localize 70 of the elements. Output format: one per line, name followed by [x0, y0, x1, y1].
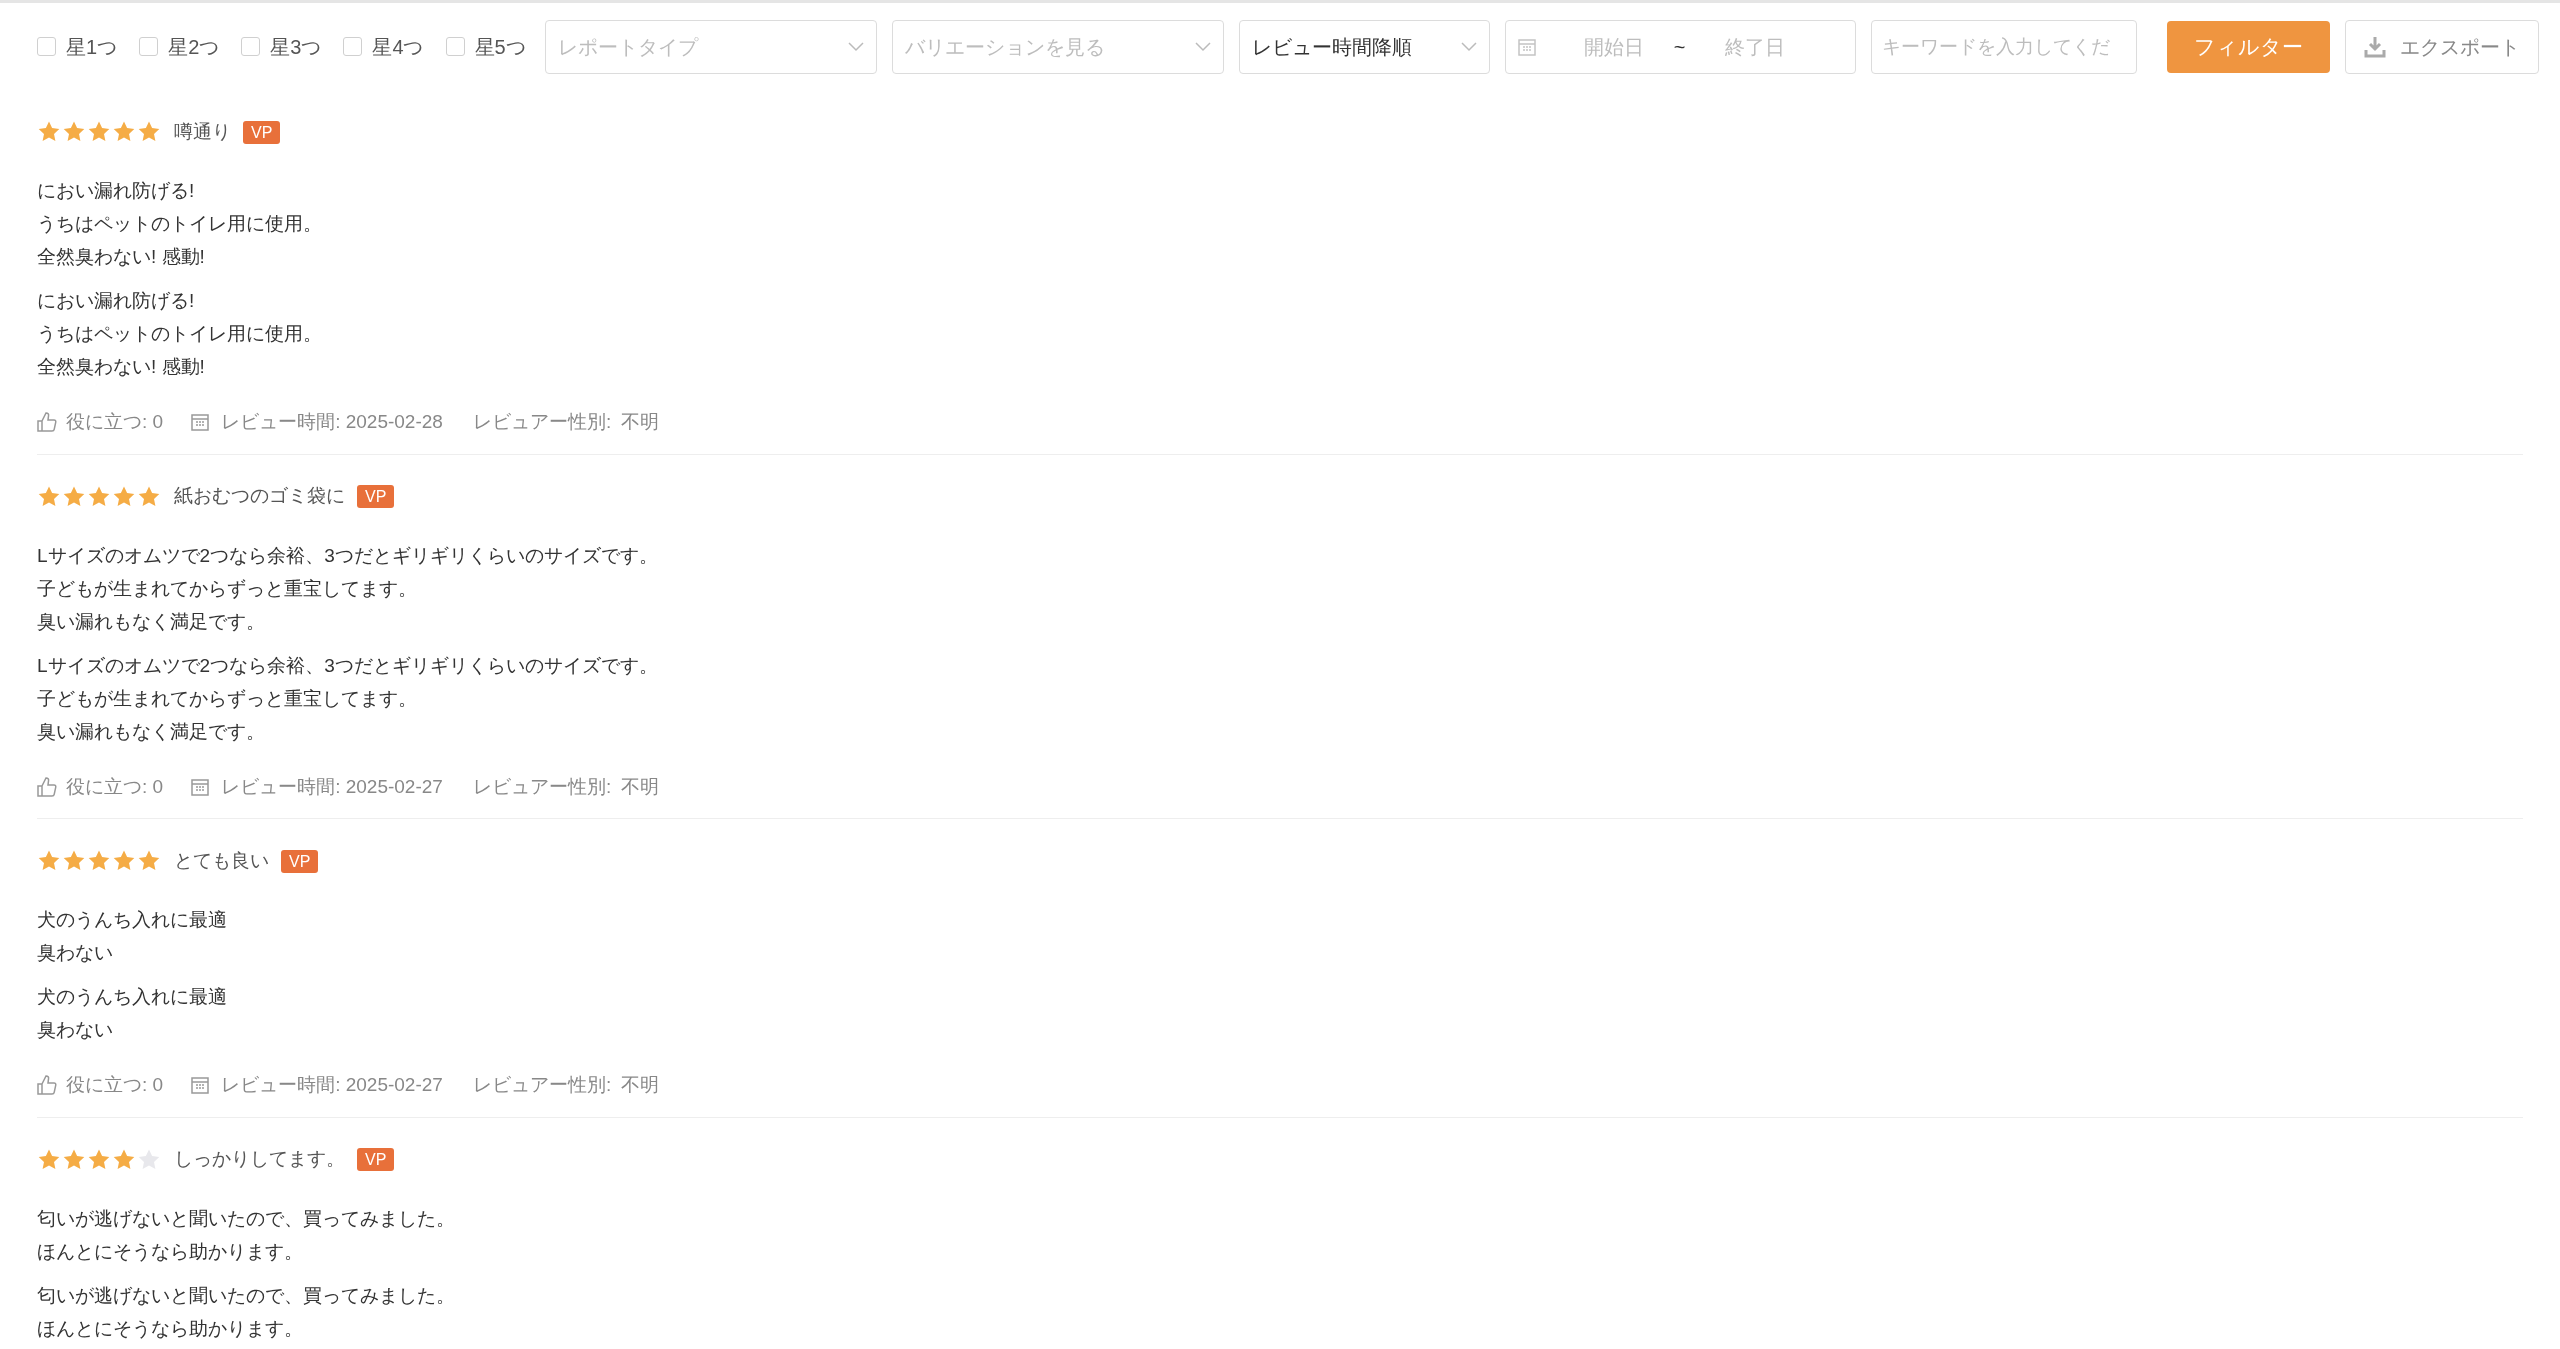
gender-label: レビュアー性別: [472, 774, 612, 799]
chevron-down-icon [1194, 41, 1211, 52]
calendar-icon [191, 777, 210, 796]
star-filter-checkbox[interactable]: 星2つ [139, 31, 220, 62]
star-filter-checkbox[interactable]: 星1つ [37, 31, 118, 62]
chevron-down-icon [1460, 41, 1477, 52]
star-filter-checkbox[interactable]: 星5つ [445, 31, 526, 62]
review-text: 子どもが生まれてからずっと重宝してます。 [37, 576, 417, 601]
star-icon [137, 849, 161, 873]
gender-value: 不明 [621, 774, 660, 799]
review-text: におい漏れ防げる! [37, 289, 195, 313]
keyword-input-field[interactable]: キーワードを入力してくだ [1870, 19, 2137, 74]
vp-badge: VP [243, 120, 281, 144]
star-filter-checkbox[interactable]: 星4つ [343, 31, 424, 62]
star-filter-checkbox[interactable]: 星3つ [241, 31, 322, 62]
review-text: Lサイズのオムツで2つなら余裕、3つだとギリギリくらいのサイズです。 [37, 653, 658, 678]
dropdown[interactable]: レビュー時間降順 [1238, 19, 1490, 74]
review-date: レビュー時間: 2025-02-27 [221, 774, 443, 799]
review-title: しっかりしてます。 [174, 1147, 345, 1172]
review-title: とても良い [174, 848, 269, 873]
export-button[interactable]: エクスポート [2344, 19, 2539, 74]
star-icon [37, 120, 61, 144]
thumbs-up-icon [37, 776, 57, 797]
star-icon [112, 849, 136, 873]
vp-badge: VP [281, 849, 319, 873]
review-text: 犬のうんち入れに最適 [37, 985, 227, 1009]
gender-value: 不明 [621, 410, 660, 434]
helpful-count: 役に立つ: 0 [66, 1073, 164, 1097]
calendar-icon [1517, 37, 1536, 56]
gender-label: レビュアー性別: [472, 410, 612, 434]
calendar-icon [191, 413, 210, 432]
date-range-field[interactable]: 開始日 ~ 終了日 [1504, 19, 1856, 74]
vp-badge: VP [357, 1148, 395, 1171]
review-text: Lサイズのオムツで2つなら余裕、3つだとギリギリくらいのサイズです。 [37, 543, 658, 568]
review-date: レビュー時間: 2025-02-28 [221, 410, 443, 434]
review-date: レビュー時間: 2025-02-27 [221, 1073, 443, 1097]
star-icon [137, 120, 161, 144]
review-text: 臭わない [37, 1018, 113, 1042]
review-text: 全然臭わない! 感動! [37, 245, 205, 269]
review-text: 臭い漏れもなく満足です。 [37, 719, 265, 744]
review-text: うちはペットのトイレ用に使用。 [37, 212, 322, 236]
star-icon [87, 120, 111, 144]
review-text: うちはペットのトイレ用に使用。 [37, 322, 322, 346]
review-text: 匂いが逃げないと聞いたので、買ってみました。 [37, 1206, 455, 1231]
chevron-down-icon [847, 41, 864, 52]
gender-label: レビュアー性別: [472, 1073, 612, 1097]
review-title: 噂通り [174, 119, 231, 144]
review-text: ほんとにそうなら助かります。 [37, 1239, 303, 1264]
review-title: 紙おむつのゴミ袋に [174, 484, 345, 509]
review-text: 犬のうんち入れに最適 [37, 908, 227, 932]
star-icon [62, 120, 86, 144]
gender-value: 不明 [621, 1073, 660, 1097]
download-icon [2363, 35, 2386, 58]
review-text: ほんとにそうなら助かります。 [37, 1316, 303, 1341]
star-icon [37, 849, 61, 873]
review-text: 子どもが生まれてからずっと重宝してます。 [37, 686, 417, 711]
review-text: におい漏れ防げる! [37, 179, 195, 203]
review-text: 全然臭わない! 感動! [37, 355, 205, 379]
star-icon [87, 849, 111, 873]
vp-badge: VP [357, 485, 395, 508]
thumbs-up-icon [37, 1075, 57, 1096]
helpful-count: 役に立つ: 0 [66, 410, 164, 434]
helpful-count: 役に立つ: 0 [66, 774, 164, 799]
thumbs-up-icon [37, 412, 57, 433]
review-text: 匂いが逃げないと聞いたので、買ってみました。 [37, 1283, 455, 1308]
calendar-icon [191, 1076, 210, 1095]
star-icon [62, 849, 86, 873]
review-text: 臭わない [37, 941, 113, 965]
review-text: 臭い漏れもなく満足です。 [37, 609, 265, 634]
star-icon [112, 120, 136, 144]
